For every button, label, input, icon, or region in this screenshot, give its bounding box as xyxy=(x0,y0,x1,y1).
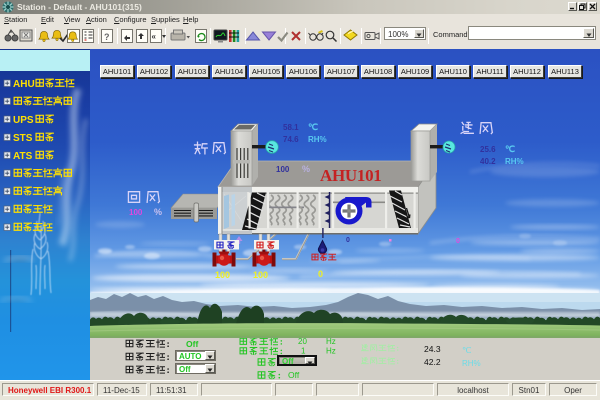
svg-text:100: 100 xyxy=(253,270,268,280)
svg-text:Hz: Hz xyxy=(326,338,336,346)
svg-text:42.2: 42.2 xyxy=(424,357,441,367)
svg-text:ATS: ATS xyxy=(13,151,33,162)
svg-text:RH%: RH% xyxy=(308,135,327,144)
svg-text:25.6: 25.6 xyxy=(480,145,496,154)
svg-text:0: 0 xyxy=(456,238,460,245)
svg-text:Off: Off xyxy=(186,339,198,349)
svg-text:74.6: 74.6 xyxy=(283,135,299,144)
svg-text:20: 20 xyxy=(298,338,307,346)
svg-text:℃: ℃ xyxy=(308,122,318,132)
svg-text:%: % xyxy=(154,207,162,217)
svg-text:%: % xyxy=(302,164,310,174)
svg-text:0: 0 xyxy=(346,237,350,244)
svg-text:UPS: UPS xyxy=(13,115,34,126)
svg-text:RH%: RH% xyxy=(505,157,524,166)
svg-text:RH%: RH% xyxy=(462,359,481,368)
svg-text:100: 100 xyxy=(215,270,230,280)
svg-text:40.2: 40.2 xyxy=(480,157,496,166)
svg-text:100: 100 xyxy=(129,208,143,217)
svg-text:℃: ℃ xyxy=(462,345,472,355)
svg-text:Hz: Hz xyxy=(326,347,336,356)
svg-text:STS: STS xyxy=(13,133,33,144)
svg-text:Off: Off xyxy=(288,370,300,380)
svg-text:24.3: 24.3 xyxy=(424,344,441,354)
svg-text:58.1: 58.1 xyxy=(283,123,299,132)
svg-text:0: 0 xyxy=(318,269,323,279)
svg-text:«: « xyxy=(152,32,157,41)
svg-text:℃: ℃ xyxy=(505,144,515,154)
svg-text:AHU101: AHU101 xyxy=(320,166,381,185)
svg-text:100: 100 xyxy=(276,165,290,174)
svg-text:?: ? xyxy=(104,32,110,42)
svg-text:AHU: AHU xyxy=(13,79,35,90)
